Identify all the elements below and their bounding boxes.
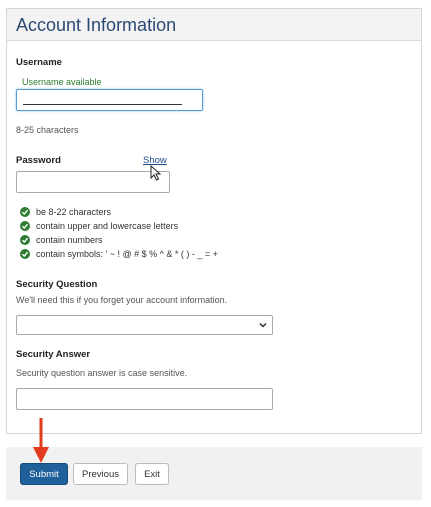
password-rule-text: be 8-22 characters (36, 207, 112, 217)
username-input-underline (23, 104, 182, 105)
username-hint: 8-25 characters (16, 125, 79, 135)
username-input[interactable] (16, 89, 203, 111)
check-circle-icon (20, 235, 30, 245)
password-rule-item: contain upper and lowercase letters (20, 219, 218, 233)
previous-button[interactable]: Previous (73, 463, 128, 485)
submit-button[interactable]: Submit (20, 463, 68, 485)
security-question-hint: We'll need this if you forget your accou… (16, 295, 228, 305)
password-rule-text: contain upper and lowercase letters (36, 221, 179, 231)
security-question-select[interactable] (16, 315, 273, 335)
check-circle-icon (20, 221, 30, 231)
security-answer-input[interactable] (16, 388, 273, 410)
password-rule-item: be 8-22 characters (20, 205, 218, 219)
exit-button[interactable]: Exit (135, 463, 169, 485)
chevron-down-icon (259, 322, 267, 328)
password-input[interactable] (16, 171, 170, 193)
password-rule-text: contain symbols: ' ~ ! @ # $ % ^ & * ( )… (36, 249, 218, 259)
password-rule-item: contain symbols: ' ~ ! @ # $ % ^ & * ( )… (20, 247, 218, 261)
page-title: Account Information (16, 15, 177, 35)
username-available-status: Username available (22, 77, 102, 87)
password-rule-item: contain numbers (20, 233, 218, 247)
security-question-label: Security Question (16, 279, 98, 290)
password-rule-text: contain numbers (36, 235, 103, 245)
password-label: Password (16, 155, 61, 166)
password-requirements-list: be 8-22 characters contain upper and low… (20, 205, 218, 261)
panel-header: Account Information (7, 9, 421, 41)
form-footer: Submit Previous Exit (6, 447, 422, 500)
username-label: Username (16, 57, 62, 68)
mouse-pointer-icon (150, 165, 162, 181)
check-circle-icon (20, 207, 30, 217)
security-answer-hint: Security question answer is case sensiti… (16, 368, 188, 378)
check-circle-icon (20, 249, 30, 259)
annotation-arrow-icon (33, 418, 49, 463)
security-answer-label: Security Answer (16, 349, 91, 360)
